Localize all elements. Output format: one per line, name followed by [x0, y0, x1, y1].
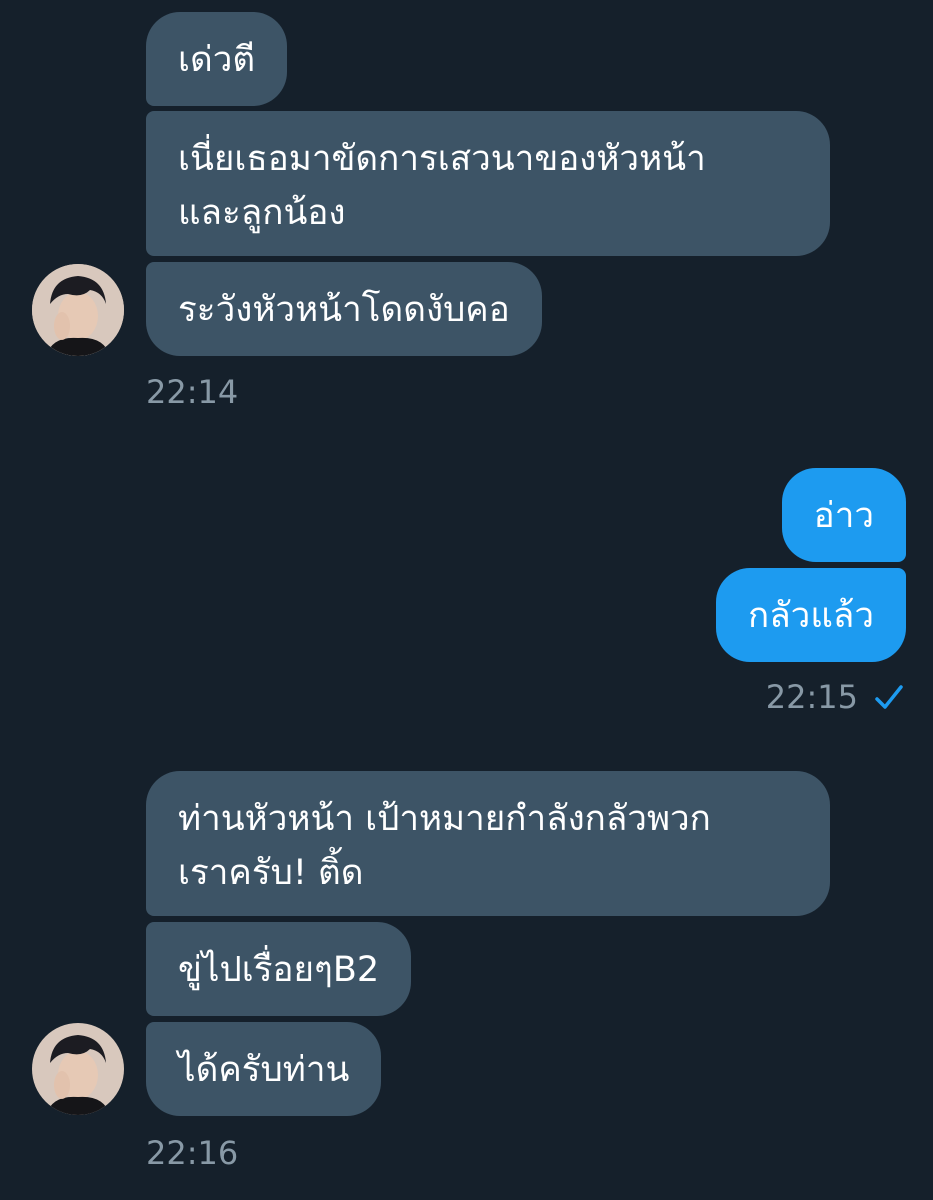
incoming-message[interactable]: ได้ครับท่าน: [146, 1022, 382, 1116]
incoming-message[interactable]: เด่วตี: [146, 12, 288, 106]
incoming-message[interactable]: ระวังหัวหน้าโดดงับคอ: [146, 262, 542, 356]
incoming-message[interactable]: ขู่ไปเรื่อยๆB2: [146, 922, 412, 1016]
avatar[interactable]: [32, 1023, 124, 1115]
timestamp: 22:14: [146, 373, 239, 411]
avatar-image: [32, 1023, 124, 1115]
avatar[interactable]: [32, 264, 124, 356]
outgoing-message[interactable]: อ่าว: [781, 468, 906, 562]
incoming-message[interactable]: เนี่ยเธอมาขัดการเสวนาของหัวหน้า และลูกน้…: [146, 111, 830, 256]
incoming-message[interactable]: ท่านหัวหน้า เป้าหมายกำลังกลัวพวก เราครับ…: [146, 771, 830, 916]
timestamp: 22:15: [765, 678, 858, 716]
avatar-image: [32, 264, 124, 356]
timestamp: 22:16: [146, 1134, 239, 1172]
check-icon: [873, 683, 905, 717]
outgoing-message[interactable]: กลัวแล้ว: [716, 568, 906, 662]
